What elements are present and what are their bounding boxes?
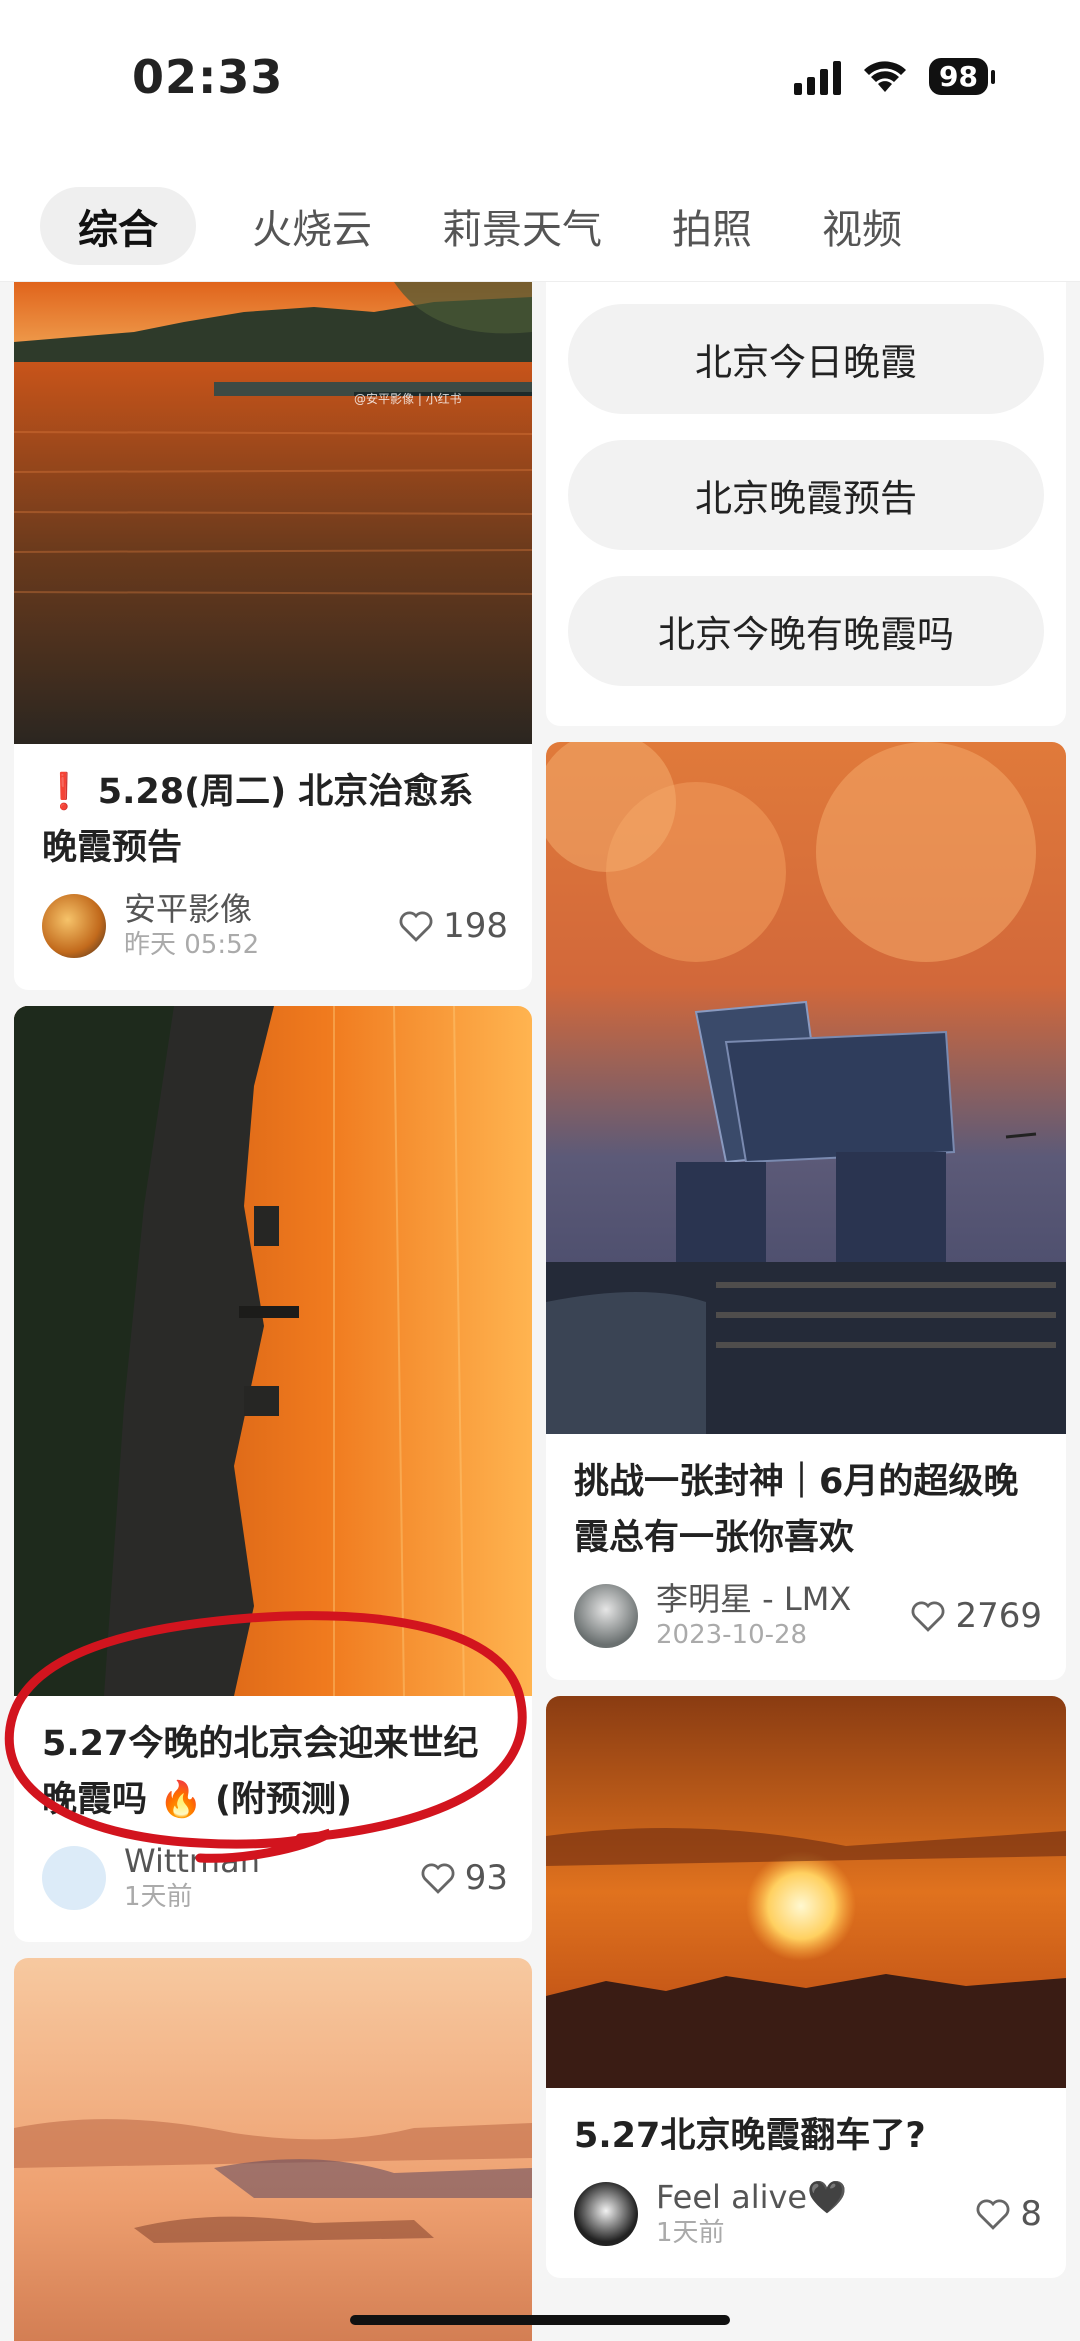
like-button[interactable]: 93 [419, 1858, 508, 1898]
heart-icon [399, 911, 433, 942]
like-button[interactable]: 8 [974, 2194, 1042, 2234]
post-card[interactable] [14, 1958, 532, 2341]
post-card[interactable]: 5.27今晚的北京会迎来世纪晚霞吗 🔥 (附预测) Wittman 1天前 93 [14, 1006, 532, 1942]
avatar[interactable] [574, 2182, 638, 2246]
post-title[interactable]: 5.27北京晚霞翻车了? [546, 2088, 1066, 2164]
post-time: 2023-10-28 [656, 1620, 808, 1650]
post-meta: 安平影像 昨天 05:52 198 [14, 876, 532, 990]
status-icons: 98 [794, 58, 995, 95]
post-title[interactable]: 挑战一张封神｜6月的超级晚霞总有一张你喜欢 [546, 1434, 1066, 1566]
post-card[interactable]: 5.27北京晚霞翻车了? Feel alive🖤 1天前 8 [546, 1696, 1066, 2278]
avatar[interactable] [42, 894, 106, 958]
post-time: 昨天 05:52 [124, 930, 260, 960]
image-watermark: @安平影像 | 小红书 [354, 392, 462, 406]
wifi-icon [863, 60, 907, 94]
post-title[interactable]: 5.27今晚的北京会迎来世纪晚霞吗 🔥 (附预测) [14, 1696, 532, 1828]
like-count: 2769 [955, 1596, 1042, 1636]
author-name[interactable]: Feel alive🖤 [656, 2178, 974, 2216]
tab-photography[interactable]: 拍照 [672, 187, 752, 265]
author-name[interactable]: 安平影像 [124, 890, 397, 928]
post-card[interactable]: 挑战一张封神｜6月的超级晚霞总有一张你喜欢 李明星 - LMX 2023-10-… [546, 742, 1066, 1680]
tab-burning-clouds[interactable]: 火烧云 [252, 187, 372, 265]
post-meta: Feel alive🖤 1天前 8 [546, 2164, 1066, 2278]
author-name[interactable]: Wittman [124, 1842, 419, 1880]
suggestion-chip[interactable]: 北京晚霞预告 [568, 440, 1044, 550]
heart-icon [421, 1863, 455, 1894]
status-time: 02:33 [132, 50, 284, 104]
post-time: 1天前 [656, 2218, 725, 2248]
tab-comprehensive[interactable]: 综合 [40, 186, 196, 265]
like-button[interactable]: 2769 [909, 1596, 1042, 1636]
like-count: 198 [443, 906, 508, 946]
suggestion-chip[interactable]: 北京今日晚霞 [568, 304, 1044, 414]
like-count: 8 [1020, 2194, 1042, 2234]
home-indicator [350, 2315, 730, 2325]
post-image-pastel-sunset[interactable] [14, 1958, 532, 2341]
post-meta: 李明星 - LMX 2023-10-28 2769 [546, 1566, 1066, 1680]
post-image-city-sunset[interactable] [14, 1006, 532, 1696]
heart-icon [912, 1601, 945, 1632]
battery-icon: 98 [929, 58, 995, 95]
post-card[interactable]: @安平影像 | 小红书 ❗ 5.28(周二) 北京治愈系晚霞预告 安平影像 昨天… [14, 282, 532, 990]
post-title[interactable]: ❗ 5.28(周二) 北京治愈系晚霞预告 [14, 744, 532, 876]
avatar[interactable] [42, 1846, 106, 1910]
category-tabs: 综合 火烧云 莉景天气 拍照 视频 [0, 170, 1080, 282]
post-image-lake-sunset[interactable]: @安平影像 | 小红书 [14, 282, 532, 744]
signal-icon [794, 59, 842, 95]
search-suggestions: 北京今日晚霞 北京晚霞预告 北京今晚有晚霞吗 [546, 282, 1066, 726]
heart-icon [976, 2199, 1010, 2230]
post-time: 1天前 [124, 1882, 193, 1912]
post-image-sun-over-mountains[interactable] [546, 1696, 1066, 2088]
status-bar: 02:33 98 [0, 0, 1080, 170]
tab-video[interactable]: 视频 [822, 187, 902, 265]
suggestion-chip[interactable]: 北京今晚有晚霞吗 [568, 576, 1044, 686]
feed-left-column: @安平影像 | 小红书 ❗ 5.28(周二) 北京治愈系晚霞预告 安平影像 昨天… [14, 282, 532, 2341]
tab-weather[interactable]: 莉景天气 [442, 187, 602, 265]
like-button[interactable]: 198 [397, 906, 508, 946]
like-count: 93 [464, 1858, 508, 1898]
avatar[interactable] [574, 1584, 638, 1648]
post-meta: Wittman 1天前 93 [14, 1828, 532, 1942]
feed-right-column: 北京今日晚霞 北京晚霞预告 北京今晚有晚霞吗 挑战一张封神｜6月的超级晚霞总有一… [546, 282, 1066, 2294]
author-name[interactable]: 李明星 - LMX [656, 1580, 909, 1618]
post-image-cctv-building[interactable] [546, 742, 1066, 1434]
